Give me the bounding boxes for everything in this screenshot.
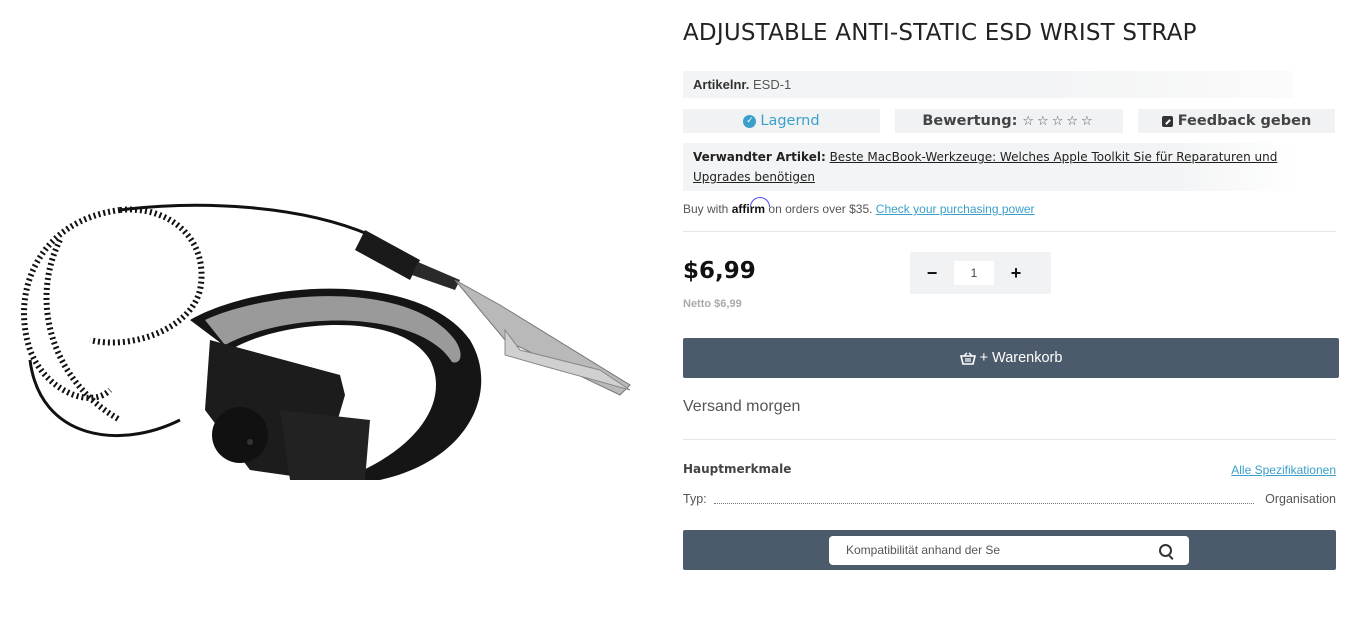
- star-icon[interactable]: ☆: [1037, 114, 1049, 129]
- star-icon[interactable]: ☆: [1066, 114, 1078, 129]
- compatibility-bar: Kompatibilität anhand der Se: [683, 530, 1336, 570]
- feedback-button[interactable]: Feedback geben: [1138, 109, 1335, 133]
- price: $6,99: [683, 258, 756, 284]
- compatibility-placeholder: Kompatibilität anhand der Se: [846, 543, 1001, 557]
- quantity-stepper: − 1 +: [910, 252, 1051, 294]
- related-article: Verwandter Artikel: Beste MacBook-Werkze…: [683, 143, 1298, 191]
- rating-label: Bewertung:: [922, 113, 1018, 129]
- feedback-label: Feedback geben: [1177, 113, 1312, 129]
- edit-icon: [1161, 115, 1173, 127]
- spec-key: Typ:: [683, 492, 711, 506]
- compatibility-search-input[interactable]: Kompatibilität anhand der Se: [829, 536, 1189, 565]
- product-title: ADJUSTABLE ANTI-STATIC ESD WRIST STRAP: [683, 20, 1197, 46]
- sku-box: Artikelnr. ESD-1: [683, 71, 1293, 98]
- spec-row: Typ: Organisation: [683, 492, 1336, 508]
- netto-price: Netto $6,99: [683, 298, 742, 310]
- spec-value: Organisation: [1265, 492, 1336, 506]
- shipping-info: Versand morgen: [683, 398, 801, 415]
- all-specs-link[interactable]: Alle Spezifikationen: [1231, 463, 1336, 477]
- star-icon[interactable]: ☆: [1022, 114, 1034, 129]
- affirm-suffix: on orders over $35.: [768, 202, 873, 216]
- affirm-banner: Buy with affirm on orders over $35. Chec…: [683, 202, 1035, 216]
- dotted-leader: [714, 503, 1254, 504]
- add-to-cart-label: + Warenkorb: [979, 350, 1063, 366]
- related-label: Verwandter Artikel:: [693, 150, 826, 164]
- stock-status: ✓ Lagernd: [683, 109, 880, 133]
- sku-label: Artikelnr.: [693, 77, 750, 92]
- divider: [683, 231, 1336, 232]
- stock-label: Lagernd: [760, 113, 820, 129]
- rating-pill[interactable]: Bewertung: ☆ ☆ ☆ ☆ ☆: [895, 109, 1123, 133]
- star-icon[interactable]: ☆: [1081, 114, 1093, 129]
- check-circle-icon: ✓: [743, 114, 757, 128]
- add-to-cart-button[interactable]: + Warenkorb: [683, 338, 1339, 378]
- product-page: ADJUSTABLE ANTI-STATIC ESD WRIST STRAP A…: [0, 0, 1345, 632]
- divider: [683, 439, 1336, 440]
- quantity-input[interactable]: 1: [954, 261, 994, 285]
- basket-icon: [959, 351, 976, 365]
- specs-heading: Hauptmerkmale: [683, 462, 792, 476]
- affirm-prefix: Buy with: [683, 202, 729, 216]
- quantity-decrease-button[interactable]: −: [910, 263, 954, 284]
- quantity-increase-button[interactable]: +: [994, 263, 1038, 284]
- product-image[interactable]: [0, 180, 650, 500]
- search-icon[interactable]: [1159, 544, 1172, 557]
- affirm-link[interactable]: Check your purchasing power: [876, 202, 1035, 216]
- affirm-logo: affirm: [731, 202, 766, 216]
- sku-value: ESD-1: [752, 77, 792, 92]
- star-icon[interactable]: ☆: [1052, 114, 1064, 129]
